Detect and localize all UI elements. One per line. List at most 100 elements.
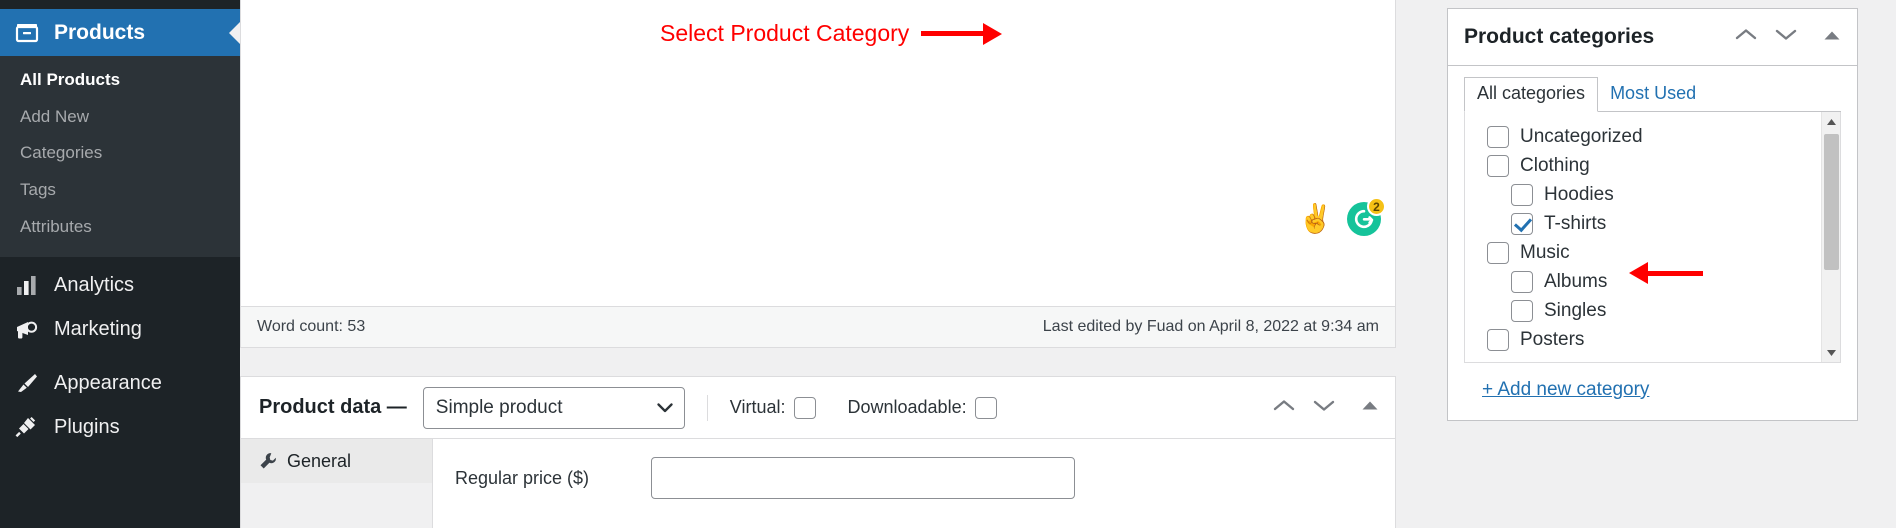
category-label: Music (1520, 241, 1570, 263)
regular-price-label: Regular price ($) (455, 467, 590, 488)
downloadable-checkbox-field[interactable]: Downloadable: (847, 396, 997, 419)
megaphone-icon (14, 316, 40, 342)
sidebar-item-tags[interactable]: Tags (0, 172, 240, 209)
move-up-icon[interactable] (1271, 397, 1297, 418)
sidebar-item-products-label: Products (54, 20, 146, 44)
product-categories-body: All categories Most Used Uncategorized C… (1448, 66, 1857, 401)
editor-canvas[interactable]: ✌ 2 (241, 0, 1395, 306)
category-label: Uncategorized (1520, 125, 1643, 147)
category-checkbox[interactable] (1511, 270, 1533, 293)
product-data-header: Product data — Simple product Virtual: D… (241, 377, 1395, 439)
toggle-panel-icon[interactable] (1361, 399, 1379, 417)
grammarly-icon[interactable]: 2 (1347, 197, 1386, 236)
category-label: Clothing (1520, 154, 1590, 176)
category-item-albums[interactable]: Albums (1465, 267, 1840, 296)
editor-status-bar: Word count: 53 Last edited by Fuad on Ap… (241, 306, 1395, 347)
category-label: Singles (1544, 299, 1607, 321)
sidebar-item-appearance-label: Appearance (54, 371, 162, 394)
product-categories-header: Product categories (1448, 9, 1857, 66)
products-icon (14, 20, 40, 46)
tab-most-used[interactable]: Most Used (1598, 78, 1708, 111)
downloadable-label: Downloadable: (847, 397, 967, 417)
regular-price-input[interactable] (651, 457, 1075, 499)
sidebar-item-plugins-label: Plugins (54, 415, 120, 438)
sidebar-item-analytics[interactable]: Analytics (0, 263, 240, 307)
category-checkbox[interactable] (1487, 154, 1509, 177)
category-checkbox[interactable] (1487, 125, 1509, 148)
sidebar-submenu-products: All Products Add New Categories Tags Att… (0, 56, 240, 258)
categories-tabs: All categories Most Used (1464, 77, 1841, 112)
product-categories-title: Product categories (1464, 25, 1655, 48)
category-item-posters[interactable]: Posters (1465, 325, 1840, 354)
add-new-category-row: + Add new category (1464, 363, 1841, 401)
category-checkbox[interactable] (1511, 212, 1533, 235)
scrollbar-thumb[interactable] (1824, 134, 1839, 270)
category-label: Albums (1544, 270, 1608, 292)
regular-price-row: Regular price ($) (433, 457, 1395, 499)
category-item-uncategorized[interactable]: Uncategorized (1465, 122, 1840, 151)
sidebar-top-strip (0, 0, 240, 9)
sidebar-item-all-products[interactable]: All Products (0, 62, 240, 99)
category-checkbox[interactable] (1487, 241, 1509, 264)
category-item-singles[interactable]: Singles (1465, 296, 1840, 325)
sidebar-item-categories[interactable]: Categories (0, 135, 240, 172)
tab-general-label: General (287, 450, 352, 471)
categories-list-wrapper: Uncategorized Clothing Hoodies T-shirts … (1464, 112, 1841, 363)
scroll-down-icon[interactable] (1822, 343, 1840, 362)
product-data-box-actions (1271, 397, 1379, 418)
categories-scrollbar[interactable] (1821, 112, 1840, 362)
categories-list: Uncategorized Clothing Hoodies T-shirts … (1465, 112, 1840, 354)
product-type-select[interactable]: Simple product (422, 386, 685, 429)
wrench-icon (259, 452, 277, 470)
last-edited-text: Last edited by Fuad on April 8, 2022 at … (1042, 318, 1379, 335)
product-data-fields: Regular price ($) (433, 439, 1395, 528)
tab-all-categories[interactable]: All categories (1464, 77, 1599, 112)
sidebar-group-main: Analytics Marketing Appearance Plugins (0, 257, 240, 450)
peace-hand-emoji[interactable]: ✌ (1298, 205, 1333, 233)
virtual-checkbox[interactable] (793, 396, 816, 419)
admin-sidebar: Products All Products Add New Categories… (0, 0, 241, 528)
move-down-icon[interactable] (1773, 27, 1799, 48)
category-label: T-shirts (1544, 212, 1607, 234)
category-item-clothing[interactable]: Clothing (1465, 151, 1840, 180)
sidebar-item-products[interactable]: Products (0, 9, 241, 56)
sidebar-item-add-new[interactable]: Add New (0, 99, 240, 136)
sidebar-item-marketing-label: Marketing (54, 317, 142, 340)
virtual-label: Virtual: (729, 397, 786, 417)
move-up-icon[interactable] (1733, 27, 1759, 48)
chart-bars-icon (14, 272, 40, 298)
content-editor-box: ✌ 2 Word count: 53 Last edited by Fuad o… (240, 0, 1396, 348)
sidebar-item-plugins[interactable]: Plugins (0, 405, 240, 449)
category-checkbox[interactable] (1511, 183, 1533, 206)
sidebar-item-marketing[interactable]: Marketing (0, 307, 240, 351)
virtual-checkbox-field[interactable]: Virtual: (729, 396, 816, 419)
product-data-metabox: Product data — Simple product Virtual: D… (240, 376, 1396, 528)
sidebar-divider (0, 351, 240, 362)
add-new-category-link[interactable]: + Add new category (1482, 379, 1649, 400)
product-categories-panel: Product categories All categories Most U… (1447, 8, 1858, 421)
tab-general[interactable]: General (241, 439, 432, 483)
grammarly-count-badge: 2 (1367, 197, 1386, 216)
downloadable-checkbox[interactable] (974, 396, 997, 419)
plug-icon (14, 414, 40, 440)
word-count-text: Word count: 53 (257, 318, 366, 335)
category-item-t-shirts[interactable]: T-shirts (1465, 209, 1840, 238)
product-data-body: General Regular price ($) (241, 439, 1395, 528)
category-item-hoodies[interactable]: Hoodies (1465, 180, 1840, 209)
toggle-panel-icon[interactable] (1823, 28, 1841, 46)
product-data-divider (706, 394, 708, 421)
product-type-select-value: Simple product (435, 396, 563, 418)
sidebar-item-appearance[interactable]: Appearance (0, 361, 240, 405)
categories-box-actions (1733, 27, 1841, 48)
sidebar-item-analytics-label: Analytics (54, 273, 135, 296)
category-label: Posters (1520, 328, 1585, 350)
wordpress-admin-screen: Products All Products Add New Categories… (0, 0, 1896, 528)
category-label: Hoodies (1544, 183, 1614, 205)
category-checkbox[interactable] (1511, 299, 1533, 322)
category-item-music[interactable]: Music (1465, 238, 1840, 267)
editor-badges: ✌ 2 (1298, 197, 1386, 236)
move-down-icon[interactable] (1311, 397, 1337, 418)
category-checkbox[interactable] (1487, 328, 1509, 351)
scroll-up-icon[interactable] (1822, 112, 1840, 131)
sidebar-item-attributes[interactable]: Attributes (0, 209, 240, 246)
